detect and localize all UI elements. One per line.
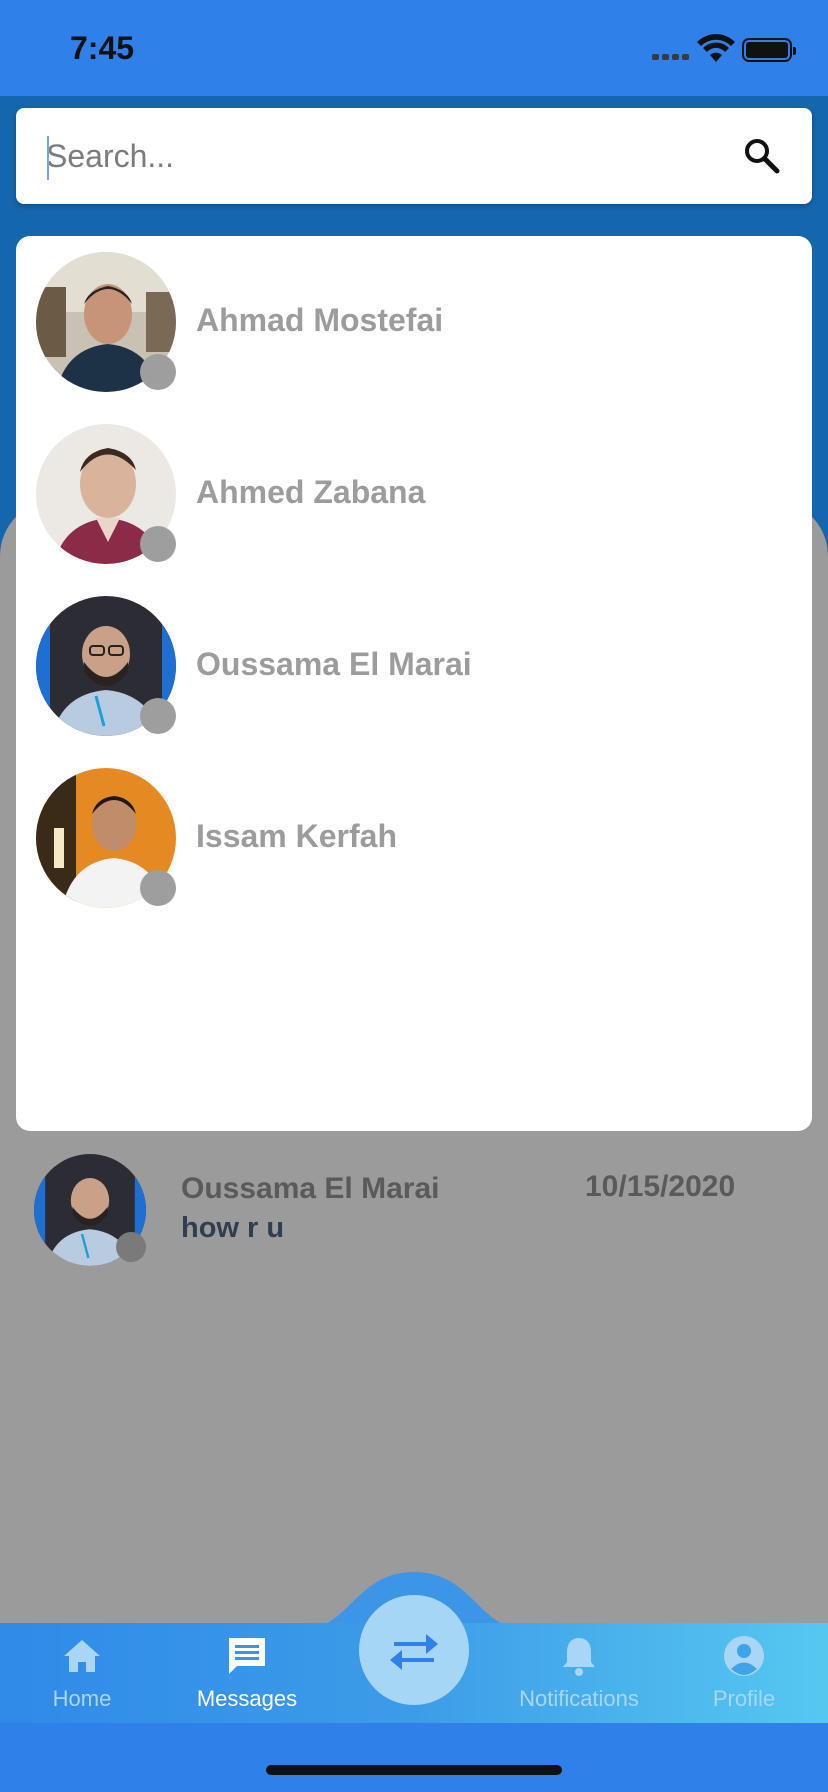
search-icon[interactable] (742, 136, 782, 176)
nav-notifications[interactable]: Notifications (509, 1634, 649, 1718)
online-status-indicator (140, 526, 176, 562)
nav-profile-label: Profile (712, 1686, 776, 1711)
status-bar: 7:45 (0, 0, 828, 96)
conversation-contact-name: Oussama El Marai (181, 1172, 440, 1205)
home-indicator[interactable] (266, 1765, 562, 1775)
bell-icon (563, 1638, 595, 1676)
search-input[interactable] (46, 128, 686, 184)
contact-name: Oussama El Marai (196, 646, 472, 682)
last-message-preview: how r u (181, 1212, 285, 1244)
online-status-indicator (140, 870, 176, 906)
nav-notifications-label: Notifications (519, 1686, 639, 1711)
search-result-item[interactable]: Ahmed Zabana (36, 424, 796, 564)
last-message-date: 10/15/2020 (585, 1170, 736, 1203)
swap-arrows-icon (390, 1634, 438, 1670)
status-time: 7:45 (70, 30, 135, 66)
bottom-safe-area (0, 1723, 828, 1792)
user-profile-icon (724, 1636, 764, 1676)
nav-messages-label: Messages (196, 1686, 298, 1711)
nav-home-label: Home (52, 1686, 112, 1711)
search-result-item[interactable]: Issam Kerfah (36, 768, 796, 908)
contact-name: Ahmed Zabana (196, 474, 426, 510)
home-icon (64, 1640, 100, 1672)
conversation-item[interactable]: Oussama El Marai how r u 10/15/2020 (34, 1154, 794, 1266)
search-results-dropdown: Ahmad Mostefai Ahmed Zabana Oussama El M… (16, 236, 812, 1131)
contact-name: Issam Kerfah (196, 818, 397, 854)
search-result-item[interactable]: Oussama El Marai (36, 596, 796, 736)
message-icon (229, 1638, 265, 1674)
nav-home[interactable]: Home (12, 1634, 152, 1718)
online-status-indicator (140, 354, 176, 390)
cellular-signal-icon (652, 50, 692, 60)
battery-icon (742, 38, 796, 62)
contact-name: Ahmad Mostefai (196, 302, 444, 338)
text-cursor (47, 136, 49, 180)
online-status-indicator (140, 698, 176, 734)
search-result-item[interactable]: Ahmad Mostefai (36, 252, 796, 392)
swap-action-button[interactable] (359, 1595, 469, 1705)
nav-profile[interactable]: Profile (674, 1634, 814, 1718)
wifi-icon (697, 34, 735, 62)
search-bar[interactable] (16, 108, 812, 204)
nav-messages[interactable]: Messages (177, 1634, 317, 1718)
online-status-indicator (116, 1232, 146, 1262)
